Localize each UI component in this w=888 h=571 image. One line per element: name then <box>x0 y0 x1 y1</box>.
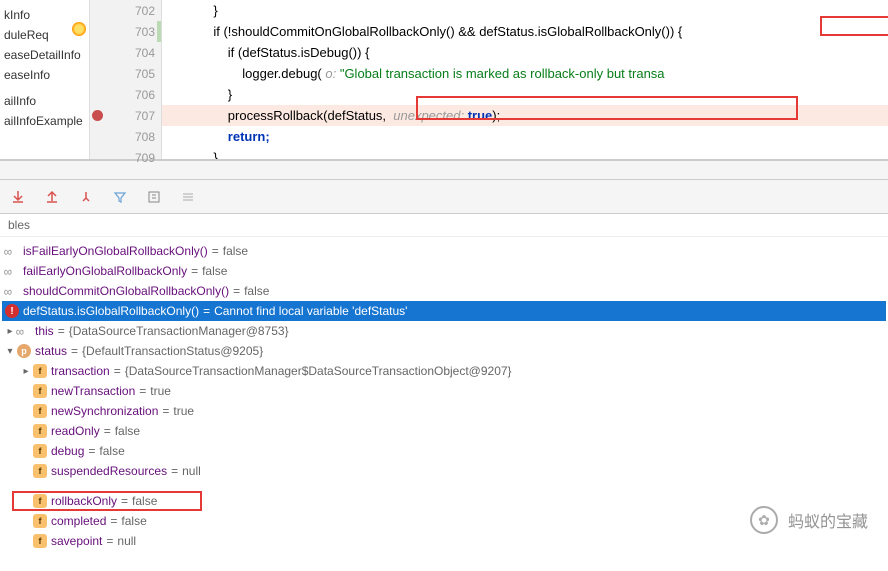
line-number: 709 <box>135 151 155 165</box>
expand-icon[interactable]: ▸ <box>4 326 16 337</box>
code-line[interactable]: } <box>162 0 888 21</box>
field-icon: f <box>33 464 47 478</box>
tree-item[interactable]: easeInfo <box>0 65 89 85</box>
watermark: ✿ 蚂蚁的宝藏 <box>750 506 868 534</box>
line-number: 704 <box>135 46 155 60</box>
line-number: 703 <box>135 25 155 39</box>
code-line[interactable]: } <box>162 84 888 105</box>
code-line[interactable]: } <box>162 147 888 159</box>
field-icon: f <box>33 404 47 418</box>
calculator-icon[interactable] <box>146 189 162 205</box>
watermark-text: 蚂蚁的宝藏 <box>788 508 868 532</box>
filter-icon[interactable] <box>112 189 128 205</box>
parameter-icon: p <box>17 344 31 358</box>
variable-row[interactable]: ∞ failEarlyOnGlobalRollbackOnly = false <box>2 261 886 281</box>
line-number: 708 <box>135 130 155 144</box>
editor-gutter: 702 703 704 705 706 707 708 709 <box>90 0 162 159</box>
download-icon[interactable] <box>10 189 26 205</box>
intention-bulb-icon[interactable] <box>72 22 86 36</box>
line-number: 705 <box>135 67 155 81</box>
list-icon[interactable] <box>180 189 196 205</box>
field-icon: f <box>33 514 47 528</box>
expand-icon[interactable]: ▸ <box>20 366 32 377</box>
variable-row[interactable]: f suspendedResources = null <box>2 461 886 481</box>
code-editor[interactable]: } if (!shouldCommitOnGlobalRollbackOnly(… <box>162 0 888 159</box>
field-icon: f <box>33 424 47 438</box>
line-number: 707 <box>135 109 155 123</box>
variable-row[interactable]: ▾ p status = {DefaultTransactionStatus@9… <box>2 341 886 361</box>
variable-row[interactable]: ▸ ∞ this = {DataSourceTransactionManager… <box>2 321 886 341</box>
field-icon: f <box>33 534 47 548</box>
variable-row[interactable]: ∞ shouldCommitOnGlobalRollbackOnly() = f… <box>2 281 886 301</box>
tree-item[interactable]: ailInfo <box>0 91 89 111</box>
code-line[interactable]: processRollback(defStatus, unexpected: t… <box>162 105 888 126</box>
variable-row[interactable]: f debug = false <box>2 441 886 461</box>
branch-icon[interactable] <box>78 189 94 205</box>
variable-row[interactable]: f readOnly = false <box>2 421 886 441</box>
upload-icon[interactable] <box>44 189 60 205</box>
code-line[interactable]: if (!shouldCommitOnGlobalRollbackOnly() … <box>162 21 888 42</box>
variable-row[interactable]: f newSynchronization = true <box>2 401 886 421</box>
variable-row[interactable]: ∞ isFailEarlyOnGlobalRollbackOnly() = fa… <box>2 241 886 261</box>
collapse-icon[interactable]: ▾ <box>4 346 16 357</box>
field-icon: f <box>33 494 47 508</box>
variable-row[interactable]: f savepoint = null <box>2 531 886 551</box>
code-line[interactable]: logger.debug( o: "Global transaction is … <box>162 63 888 84</box>
wechat-icon: ✿ <box>750 506 778 534</box>
variable-row[interactable]: f newTransaction = true <box>2 381 886 401</box>
watch-icon: ∞ <box>4 245 20 257</box>
line-number: 702 <box>135 4 155 18</box>
field-icon: f <box>33 364 47 378</box>
watch-icon: ∞ <box>4 285 20 297</box>
error-icon: ! <box>5 304 19 318</box>
variable-row-error[interactable]: ! defStatus.isGlobalRollbackOnly() = Can… <box>2 301 886 321</box>
debug-toolbar <box>0 180 888 214</box>
variables-tab[interactable]: bles <box>0 214 888 237</box>
code-line[interactable]: if (defStatus.isDebug()) { <box>162 42 888 63</box>
tree-item[interactable]: ailInfoExample <box>0 111 89 131</box>
vcs-modified-marker <box>157 21 161 42</box>
breakpoint-icon[interactable] <box>92 110 103 121</box>
line-number: 706 <box>135 88 155 102</box>
watch-icon: ∞ <box>16 325 32 337</box>
field-icon: f <box>33 444 47 458</box>
field-icon: f <box>33 384 47 398</box>
tree-item[interactable]: easeDetailInfo <box>0 45 89 65</box>
code-line[interactable]: return; <box>162 126 888 147</box>
variable-row[interactable]: ▸ f transaction = {DataSourceTransaction… <box>2 361 886 381</box>
watch-icon: ∞ <box>4 265 20 277</box>
